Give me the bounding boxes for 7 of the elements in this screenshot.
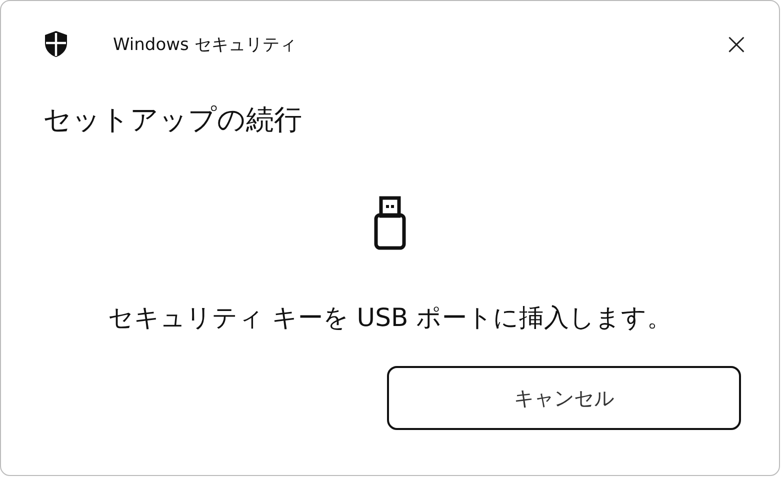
shield-icon [43,30,69,58]
usb-key-icon [374,195,406,251]
close-button[interactable]: × [716,26,757,62]
instruction-text: セキュリティ キーを USB ポートに挿入します。 [106,302,674,334]
dialog-heading: セットアップの続行 [42,102,303,138]
cancel-button[interactable]: キャンセル [387,366,741,430]
window-title: Windows セキュリティ [113,34,298,56]
